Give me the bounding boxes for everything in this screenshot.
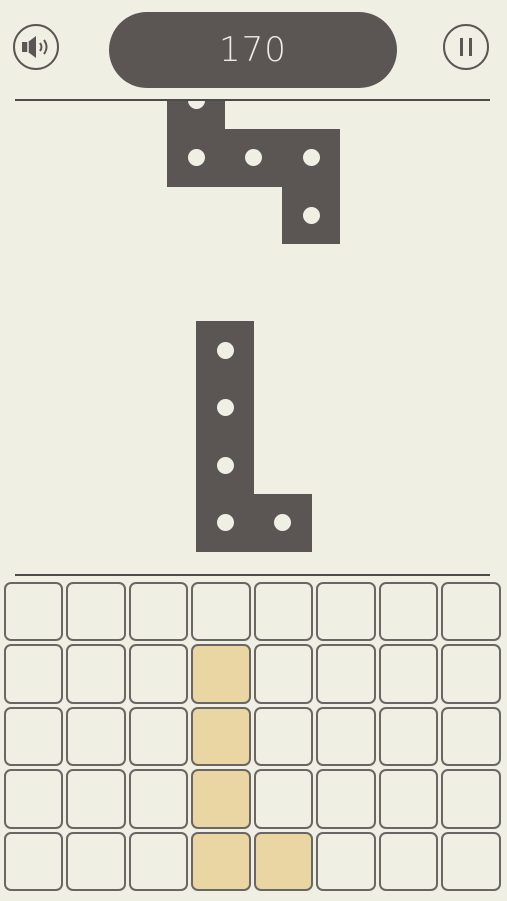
piece-dot xyxy=(216,514,234,531)
piece-block xyxy=(282,128,340,187)
board-cell[interactable] xyxy=(316,831,376,891)
board-cell[interactable] xyxy=(316,769,376,829)
board-cell[interactable] xyxy=(128,769,188,829)
board-cell[interactable] xyxy=(253,581,313,641)
board-cell[interactable] xyxy=(378,581,438,641)
piece-dot xyxy=(216,341,234,359)
piece-tray xyxy=(0,101,507,573)
board-cell[interactable] xyxy=(3,644,63,704)
piece-block xyxy=(253,493,312,552)
board-cell-filled[interactable] xyxy=(191,769,251,829)
board-cell[interactable] xyxy=(3,769,63,829)
piece-block xyxy=(196,493,254,552)
piece-block xyxy=(167,128,225,187)
board-cell[interactable] xyxy=(441,581,501,641)
board-cell-filled[interactable] xyxy=(191,831,251,891)
board-cell[interactable] xyxy=(253,769,313,829)
pause-icon xyxy=(460,38,472,56)
board-cell[interactable] xyxy=(66,706,126,766)
piece-block xyxy=(167,101,225,129)
piece-block xyxy=(196,321,254,379)
board-cell[interactable] xyxy=(441,644,501,704)
board-cell[interactable] xyxy=(441,831,501,891)
piece-dot xyxy=(302,149,320,166)
board-cell[interactable] xyxy=(66,581,126,641)
board-cell[interactable] xyxy=(128,831,188,891)
board-cell[interactable] xyxy=(316,706,376,766)
score-value: 170 xyxy=(219,30,287,70)
piece-dot xyxy=(216,399,234,416)
pause-button[interactable] xyxy=(443,24,489,70)
board-cell[interactable] xyxy=(128,706,188,766)
game-board[interactable] xyxy=(2,580,502,893)
board-cell[interactable] xyxy=(378,769,438,829)
piece-dot xyxy=(216,456,234,474)
board-cell[interactable] xyxy=(191,581,251,641)
board-cell[interactable] xyxy=(253,644,313,704)
board-cell[interactable] xyxy=(253,706,313,766)
board-cell[interactable] xyxy=(316,644,376,704)
board-cell[interactable] xyxy=(128,644,188,704)
board-cell[interactable] xyxy=(66,831,126,891)
board-cell[interactable] xyxy=(378,706,438,766)
board-cell[interactable] xyxy=(441,769,501,829)
score-display: 170 xyxy=(109,12,397,88)
board-cell[interactable] xyxy=(128,581,188,641)
piece-dot xyxy=(187,101,205,109)
board-cell[interactable] xyxy=(378,644,438,704)
board-cell[interactable] xyxy=(316,581,376,641)
sound-toggle-button[interactable] xyxy=(13,24,59,70)
board-cell-filled[interactable] xyxy=(253,831,313,891)
speaker-volume-icon xyxy=(22,36,48,58)
piece-block xyxy=(196,378,254,437)
bottom-divider xyxy=(15,574,490,576)
board-cell[interactable] xyxy=(441,706,501,766)
piece-dot xyxy=(245,149,262,166)
board-cell[interactable] xyxy=(3,706,63,766)
board-cell-filled[interactable] xyxy=(191,706,251,766)
piece-dot xyxy=(302,206,320,224)
piece-dot xyxy=(274,514,291,531)
piece-block xyxy=(224,128,283,187)
board-cell-filled[interactable] xyxy=(191,644,251,704)
piece-dot xyxy=(187,149,205,166)
piece-block xyxy=(282,186,340,244)
board-cell[interactable] xyxy=(66,644,126,704)
board-cell[interactable] xyxy=(3,831,63,891)
board-cell[interactable] xyxy=(378,831,438,891)
board-cell[interactable] xyxy=(66,769,126,829)
board-cell[interactable] xyxy=(3,581,63,641)
piece-block xyxy=(196,436,254,494)
